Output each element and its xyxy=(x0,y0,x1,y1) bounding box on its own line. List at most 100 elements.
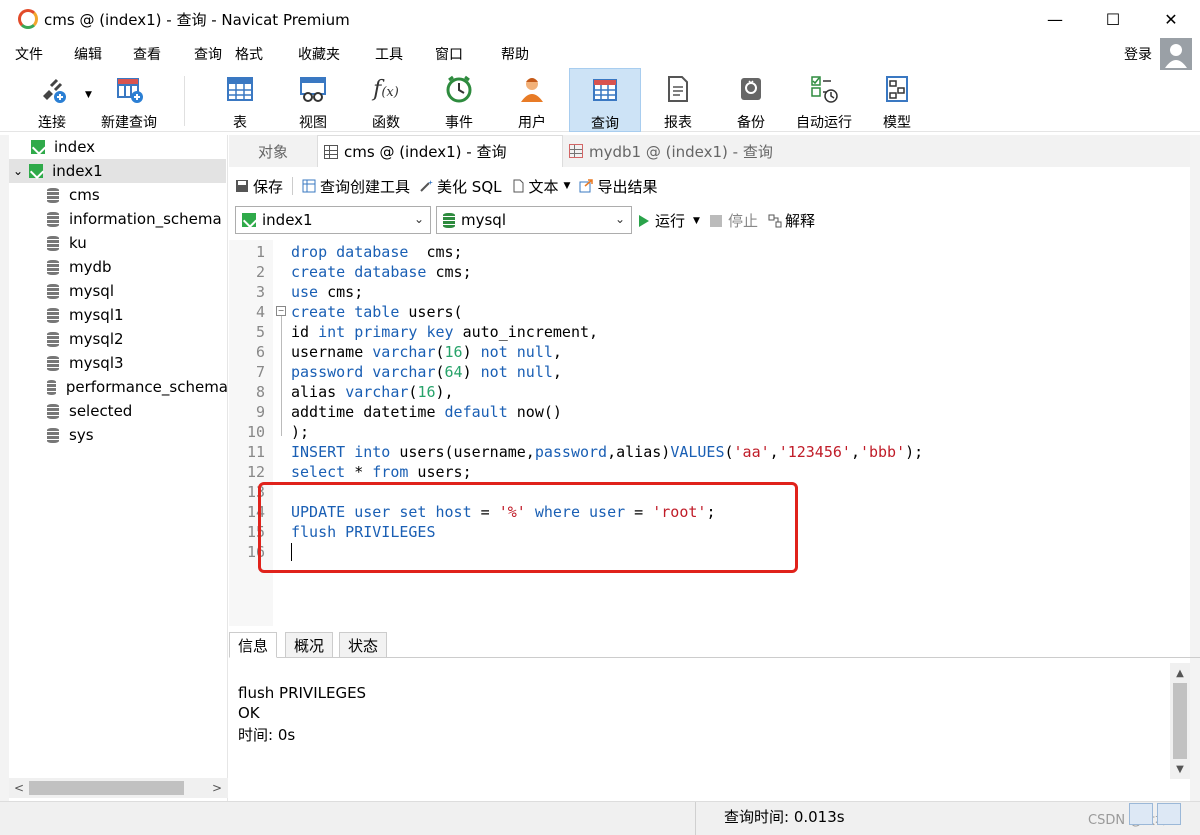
tree-connection-index1[interactable]: ⌄ index1 xyxy=(9,159,226,183)
menu-tools[interactable]: 工具 xyxy=(375,44,403,64)
code-line[interactable]: 8 alias varchar(16), xyxy=(229,382,1190,402)
toolbar-connect-button[interactable]: 连接 xyxy=(16,68,88,132)
database-select[interactable]: mysql ⌄ xyxy=(436,206,632,234)
tree-database-performance-schema[interactable]: performance_schema xyxy=(47,375,228,399)
tab-info[interactable]: 信息 xyxy=(229,632,278,658)
toolbar-divider xyxy=(184,76,185,126)
code-line[interactable]: 3 use cms; xyxy=(229,282,1190,302)
tab-cms-query[interactable]: cms @ (index1) - 查询 xyxy=(317,135,563,167)
stop-icon[interactable] xyxy=(709,214,722,227)
tree-label: index1 xyxy=(52,162,103,180)
menu-favorites[interactable]: 收藏夹 xyxy=(298,44,340,64)
code-text: create database cms; xyxy=(291,263,472,281)
toolbar-new-query-button[interactable]: 新建查询 xyxy=(93,68,165,132)
menu-edit[interactable]: 编辑 xyxy=(74,44,102,64)
status-divider xyxy=(695,802,696,835)
chevron-down-icon[interactable]: ▼ xyxy=(693,216,700,226)
toolbar-event-button[interactable]: 事件 xyxy=(423,68,495,132)
tab-status[interactable]: 状态 xyxy=(339,632,388,658)
toolbar-table-button[interactable]: 表 xyxy=(204,68,276,132)
query-builder-button[interactable]: 查询创建工具 xyxy=(302,176,410,197)
code-line[interactable]: 9 addtime datetime default now() xyxy=(229,402,1190,422)
tree-database-ku[interactable]: ku xyxy=(47,231,87,255)
menu-window[interactable]: 窗口 xyxy=(435,44,463,64)
menu-view[interactable]: 查看 xyxy=(133,44,161,64)
toolbar-automation-button[interactable]: 自动运行 xyxy=(788,68,860,132)
fold-collapse-icon[interactable]: − xyxy=(276,306,286,316)
toolbar-function-button[interactable]: f(x) 函数 xyxy=(350,68,422,132)
tab-profile[interactable]: 概况 xyxy=(285,632,334,658)
tree-label: ku xyxy=(69,234,87,252)
tab-objects[interactable]: 对象 xyxy=(229,135,317,167)
query-selector-row: index1 ⌄ mysql ⌄ 运行 ▼ 停止 解释 xyxy=(229,204,1200,236)
toolbar-view-button[interactable]: 视图 xyxy=(277,68,349,132)
chevron-down-icon[interactable]: ▼ xyxy=(564,181,571,191)
scroll-right-icon[interactable]: > xyxy=(209,778,225,798)
minimize-button[interactable]: — xyxy=(1026,0,1084,38)
login-link[interactable]: 登录 xyxy=(1124,44,1152,64)
menu-format[interactable]: 格式 xyxy=(235,44,263,64)
database-icon xyxy=(47,283,59,299)
scroll-left-icon[interactable]: < xyxy=(11,778,27,798)
line-number: 5 xyxy=(255,323,265,341)
tree-label: performance_schema xyxy=(65,378,228,396)
toolbar-model-button[interactable]: 模型 xyxy=(861,68,933,132)
tree-database-mysql2[interactable]: mysql2 xyxy=(47,327,124,351)
toolbar-user-button[interactable]: 用户 xyxy=(496,68,568,132)
toolbar-backup-button[interactable]: 备份 xyxy=(715,68,787,132)
beautify-sql-label: 美化 SQL xyxy=(437,177,502,196)
tree-connection-index[interactable]: index xyxy=(9,135,228,159)
export-results-button[interactable]: 导出结果 xyxy=(579,176,657,197)
tree-database-information-schema[interactable]: information_schema xyxy=(47,207,222,231)
tree-database-mysql3[interactable]: mysql3 xyxy=(47,351,124,375)
code-line[interactable]: 11 INSERT into users(username,password,al… xyxy=(229,442,1190,462)
tree-database-mysql[interactable]: mysql xyxy=(47,279,114,303)
toolbar-report-button[interactable]: 报表 xyxy=(642,68,714,132)
tree-database-sys[interactable]: sys xyxy=(47,423,94,447)
code-line[interactable]: 5 id int primary key auto_increment, xyxy=(229,322,1190,342)
database-icon xyxy=(47,211,59,227)
stop-button[interactable]: 停止 xyxy=(728,210,758,231)
tab-mydb1-query[interactable]: mydb1 @ (index1) - 查询 xyxy=(563,135,809,167)
play-icon[interactable] xyxy=(639,214,649,227)
code-line[interactable]: 2 create database cms; xyxy=(229,262,1190,282)
scrollbar-thumb[interactable] xyxy=(1173,683,1187,759)
tree-database-mysql1[interactable]: mysql1 xyxy=(47,303,124,327)
avatar[interactable] xyxy=(1160,38,1192,70)
scroll-down-icon[interactable]: ▼ xyxy=(1172,759,1188,779)
chevron-down-icon: ⌄ xyxy=(614,212,625,226)
run-button[interactable]: 运行 xyxy=(655,210,685,231)
connection-select-value: index1 xyxy=(262,211,313,229)
chevron-down-icon[interactable]: ⌄ xyxy=(13,164,23,178)
menu-file[interactable]: 文件 xyxy=(15,44,43,64)
result-vertical-scrollbar[interactable]: ▲ ▼ xyxy=(1170,663,1190,779)
code-text: ); xyxy=(291,423,310,441)
tree-database-cms[interactable]: cms xyxy=(47,183,100,207)
save-button[interactable]: 保存 xyxy=(235,176,283,197)
layout-toggle-button[interactable] xyxy=(1157,803,1181,825)
menu-query[interactable]: 查询 xyxy=(194,44,222,64)
result-line: flush PRIVILEGES xyxy=(238,684,367,702)
chevron-down-icon[interactable]: ▼ xyxy=(85,90,92,100)
sidebar-horizontal-scrollbar[interactable]: < > xyxy=(9,778,228,798)
maximize-button[interactable]: ☐ xyxy=(1084,0,1142,38)
code-line[interactable]: 6 username varchar(16) not null, xyxy=(229,342,1190,362)
code-line[interactable]: 12 select * from users; xyxy=(229,462,1190,482)
toolbar-query-button[interactable]: 查询 xyxy=(569,68,641,132)
code-line[interactable]: 4 create table users( xyxy=(229,302,1190,322)
code-line[interactable]: 7 password varchar(64) not null, xyxy=(229,362,1190,382)
layout-toggle-button[interactable] xyxy=(1129,803,1153,825)
tree-database-mydb[interactable]: mydb xyxy=(47,255,112,279)
code-line[interactable]: 1 drop database cms; xyxy=(229,242,1190,262)
scrollbar-thumb[interactable] xyxy=(29,781,184,795)
close-button[interactable]: ✕ xyxy=(1142,0,1200,38)
beautify-sql-button[interactable]: 美化 SQL xyxy=(419,176,502,197)
explain-icon[interactable] xyxy=(768,214,782,228)
explain-button[interactable]: 解释 xyxy=(785,210,815,231)
tree-database-selected[interactable]: selected xyxy=(47,399,132,423)
connection-select[interactable]: index1 ⌄ xyxy=(235,206,431,234)
text-button[interactable]: 文本 ▼ xyxy=(511,176,571,197)
scroll-up-icon[interactable]: ▲ xyxy=(1172,663,1188,683)
code-line[interactable]: 10); xyxy=(229,422,1190,442)
menu-help[interactable]: 帮助 xyxy=(501,44,529,64)
